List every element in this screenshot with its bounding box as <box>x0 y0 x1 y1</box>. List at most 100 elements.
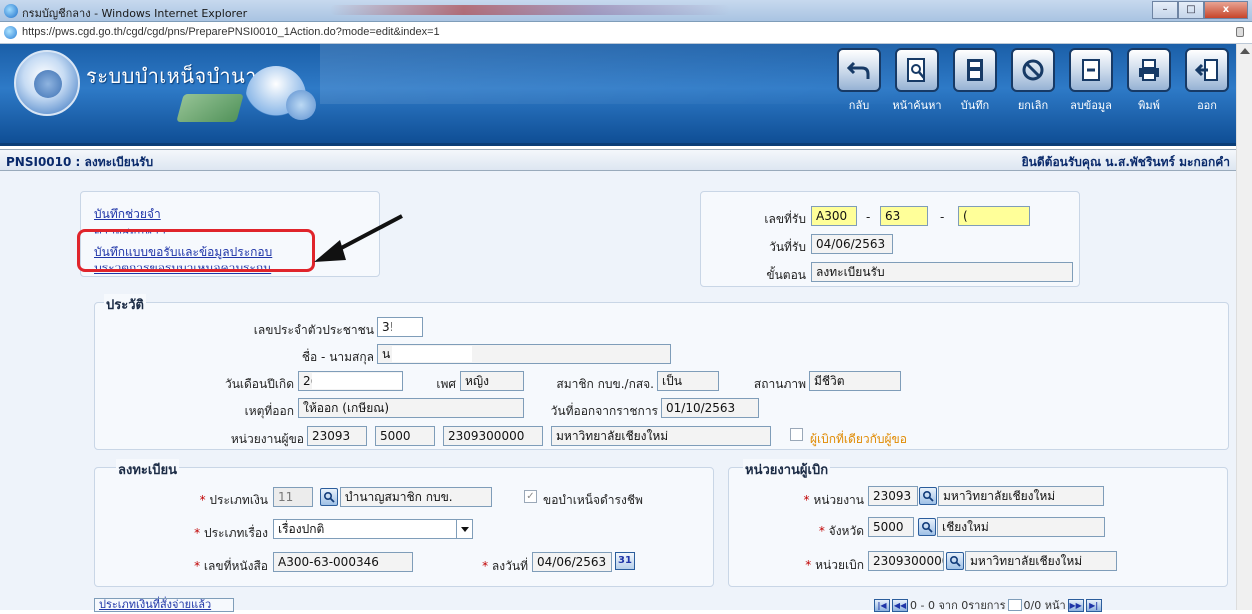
birthdate-label-real: วันเดือนปีเกิด <box>224 377 294 391</box>
pager-text: 0 - 0 จาก 0รายการ <box>910 599 1006 612</box>
search-icon <box>921 521 933 533</box>
register-legend: ลงทะเบียน <box>116 459 180 480</box>
page-title-bar: PNSI0010 : ลงทะเบียนรับ ยินดีต้อนรับคุณ … <box>0 149 1236 171</box>
cancel-icon[interactable] <box>1011 48 1055 92</box>
required-mark: * <box>194 559 201 573</box>
required-mark: * <box>803 493 810 507</box>
save-icon[interactable] <box>953 48 997 92</box>
payer-unit-text: หน่วยงาน <box>813 493 864 507</box>
pay-unit-label: * หน่วยเบิก <box>760 556 864 575</box>
reg-date-text: ลงวันที่ <box>491 559 528 573</box>
money-type-label: * ประเภทเงิน <box>150 491 268 510</box>
sex-label: เพศ <box>436 377 456 391</box>
delete-icon[interactable] <box>1069 48 1113 92</box>
province-name: เชียงใหม่ <box>937 517 1105 537</box>
chevron-down-icon[interactable] <box>456 520 472 538</box>
memo-link[interactable]: บันทึกช่วยจำ <box>94 205 161 224</box>
toolbar-search-page[interactable]: หน้าค้นหา <box>892 48 942 114</box>
requester-unit-code2: 5000 <box>375 426 435 446</box>
page-of-text: 0/0 หน้า <box>1023 599 1066 612</box>
calendar-icon[interactable]: 31 <box>615 552 635 570</box>
subject-type-select[interactable]: เรื่องปกติ <box>273 519 473 539</box>
receipt-no-part2[interactable]: 63 <box>880 206 928 226</box>
cgd-logo <box>14 50 80 116</box>
payer-unit-label: * หน่วยงาน <box>760 491 864 510</box>
money-type-name: บำนาญสมาชิก กบข. <box>340 487 492 507</box>
window-controls: – □ x <box>1152 1 1248 19</box>
toolbar-exit[interactable]: ออก <box>1182 48 1232 114</box>
annotation-highlight <box>77 229 315 272</box>
toolbar-label: กลับ <box>848 99 870 112</box>
maximize-button[interactable]: □ <box>1178 1 1204 19</box>
search-icon <box>323 491 335 503</box>
people-illustration-small <box>286 90 316 120</box>
province-label: * จังหวัด <box>760 522 864 541</box>
book-no-field: A300-63-000346 <box>273 552 413 572</box>
reg-date-field[interactable]: 04/06/2563 <box>532 552 612 572</box>
pension-checkbox[interactable]: ✓ <box>524 490 537 503</box>
search-icon <box>949 555 961 567</box>
money-type-search-button[interactable] <box>320 488 338 506</box>
scroll-up-icon[interactable] <box>1240 48 1250 54</box>
padlock-icon[interactable] <box>1236 27 1244 37</box>
money-type-text: ประเภทเงิน <box>209 493 268 507</box>
pay-unit-code: 2309300000 <box>868 551 944 571</box>
subject-type-text: ประเภทเรื่อง <box>203 526 268 540</box>
requester-unit-label: หน่วยงานผู้ขอ <box>230 432 304 446</box>
book-no-label: * เลขที่หนังสือ <box>150 557 268 576</box>
subject-type-label: * ประเภทเรื่อง <box>150 524 268 543</box>
pay-unit-text: หน่วยเบิก <box>815 558 864 572</box>
same-payer-label: ผู้เบิกที่เดียวกับผู้ขอ <box>810 432 907 446</box>
province-code: 5000 <box>868 517 914 537</box>
required-mark: * <box>194 526 201 540</box>
exit-icon[interactable] <box>1185 48 1229 92</box>
province-search-button[interactable] <box>918 518 936 536</box>
page-number-input[interactable] <box>1007 599 1022 611</box>
payer-unit-search-button[interactable] <box>919 487 937 505</box>
print-icon[interactable] <box>1127 48 1171 92</box>
separator: - <box>940 210 945 224</box>
vertical-scrollbar[interactable] <box>1236 44 1252 610</box>
step-field: ลงทะเบียนรับ <box>811 262 1073 282</box>
pay-unit-search-button[interactable] <box>946 552 964 570</box>
toolbar-label: บันทึก <box>960 99 990 112</box>
payer-unit-name: มหาวิทยาลัยเชียงใหม่ <box>938 486 1104 506</box>
toolbar-print[interactable]: พิมพ์ <box>1124 48 1174 114</box>
redacted-title-blur <box>330 5 730 15</box>
search-page-icon[interactable] <box>895 48 939 92</box>
close-button[interactable]: x <box>1204 1 1248 19</box>
toolbar-label: ออก <box>1197 99 1217 112</box>
same-payer-checkbox[interactable] <box>790 428 803 441</box>
window-titlebar: กรมบัญชีกลาง - Windows Internet Explorer… <box>0 0 1252 22</box>
payer-legend: หน่วยงานผู้เบิก <box>743 459 831 480</box>
redaction <box>392 319 422 335</box>
back-icon[interactable] <box>837 48 881 92</box>
required-mark: * <box>482 559 489 573</box>
required-mark: * <box>199 493 206 507</box>
name-label: ชื่อ - นามสกุล <box>301 350 374 364</box>
member-label: สมาชิก กบข./กสจ. <box>556 377 654 391</box>
pay-unit-name: มหาวิทยาลัยเชียงใหม่ <box>965 551 1117 571</box>
site-icon <box>4 26 17 39</box>
receipt-no-part3[interactable]: ( <box>958 206 1030 226</box>
history-legend: ประวัติ <box>104 294 146 315</box>
url-text[interactable]: https://pws.cgd.go.th/cgd/cgd/pns/Prepar… <box>22 26 440 38</box>
address-bar[interactable]: https://pws.cgd.go.th/cgd/cgd/pns/Prepar… <box>0 22 1252 44</box>
leave-date-label: วันที่ออกจากราชการ <box>550 404 658 418</box>
minimize-button[interactable]: – <box>1152 1 1178 19</box>
receipt-date-field: 04/06/2563 <box>811 234 893 254</box>
requester-unit-code1: 23093 <box>307 426 367 446</box>
redaction <box>392 346 472 362</box>
pension-check-label: ขอบำเหน็จดำรงชีพ <box>543 493 643 507</box>
id-label: เลขประจำตัวประชาชน <box>253 323 374 337</box>
toolbar-save[interactable]: บันทึก <box>950 48 1000 114</box>
window-title: กรมบัญชีกลาง - Windows Internet Explorer <box>22 7 248 20</box>
province-text: จังหวัด <box>828 524 864 538</box>
receipt-no-part1[interactable]: A300 <box>811 206 857 226</box>
annotation-arrow <box>314 214 403 262</box>
toolbar-back[interactable]: กลับ <box>834 48 884 114</box>
toolbar-delete[interactable]: ลบข้อมูล <box>1066 48 1116 114</box>
main-toolbar: กลับ หน้าค้นหา บันทึก ยกเลิก ลบข้อมูล พิ… <box>834 48 1240 114</box>
status-label: สถานภาพ <box>753 377 806 391</box>
toolbar-cancel[interactable]: ยกเลิก <box>1008 48 1058 114</box>
